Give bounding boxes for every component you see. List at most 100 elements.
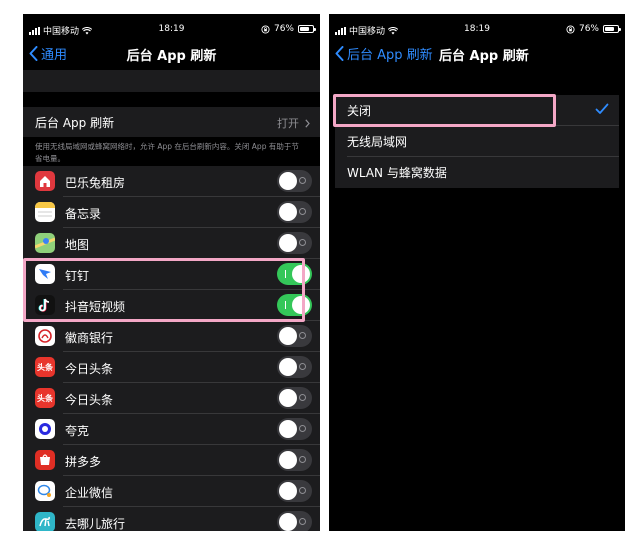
app-name: 巴乐兔租房 — [65, 176, 126, 190]
toutiao-icon: 头条 — [35, 388, 55, 408]
background-refresh-value-text: 打开 — [277, 117, 299, 130]
refresh-option[interactable]: 关闭 — [335, 95, 619, 126]
app-refresh-toggle[interactable] — [277, 511, 312, 531]
option-label: 无线局域网 — [347, 135, 408, 149]
app-row: 拼多多 — [23, 445, 320, 476]
status-bar: 中国移动 18:19 76% — [329, 14, 625, 46]
toggle-knob — [279, 327, 297, 345]
app-refresh-toggle[interactable] — [277, 232, 312, 254]
app-name: 企业微信 — [65, 486, 114, 500]
app-row: 地图 — [23, 228, 320, 259]
app-name: 钉钉 — [65, 269, 90, 283]
toggle-knob — [279, 358, 297, 376]
maps-icon — [35, 233, 55, 253]
status-bar: 中国移动 18:19 76% — [23, 14, 320, 46]
toggle-knob — [279, 513, 297, 531]
app-name: 徽商银行 — [65, 331, 114, 345]
toggle-off-mark — [299, 239, 306, 246]
rotation-lock-icon — [566, 24, 575, 34]
dingtalk-icon — [35, 264, 55, 284]
app-refresh-toggle[interactable] — [277, 480, 312, 502]
background-refresh-row[interactable]: 后台 App 刷新 打开 — [23, 107, 320, 137]
battery-icon — [298, 25, 316, 33]
app-name: 去哪儿旅行 — [65, 517, 126, 531]
app-name: 地图 — [65, 238, 90, 252]
toggle-off-mark — [299, 456, 306, 463]
nav-bar: 后台 App 刷新 后台 App 刷新 — [329, 44, 625, 64]
app-refresh-toggle[interactable] — [277, 170, 312, 192]
bank-icon — [35, 326, 55, 346]
checkmark-icon — [595, 103, 609, 114]
option-label: WLAN 与蜂窝数据 — [347, 166, 447, 180]
toggle-off-mark — [299, 208, 306, 215]
app-name: 今日头条 — [65, 393, 114, 407]
qunar-icon — [35, 512, 55, 531]
section-gap — [23, 70, 320, 92]
toggle-on-mark — [285, 270, 286, 278]
back-label: 通用 — [41, 48, 68, 63]
app-row: 去哪儿旅行 — [23, 507, 320, 531]
status-right: 76% — [566, 24, 621, 34]
toggle-off-mark — [299, 332, 306, 339]
app-refresh-toggle[interactable] — [277, 356, 312, 378]
option-label: 关闭 — [347, 104, 372, 118]
left-screen: 中国移动 18:19 76% 通用 后台 App 刷新 后台 App 刷新 打开… — [23, 14, 320, 531]
app-refresh-toggle[interactable] — [277, 294, 312, 316]
app-icon-text: 头条 — [37, 393, 53, 403]
toggle-on-mark — [285, 301, 286, 309]
app-refresh-toggle[interactable] — [277, 387, 312, 409]
section-footer-description: 使用无线局域网或蜂窝网络时，允许 App 在后台刷新内容。关闭 App 有助于节… — [35, 141, 304, 169]
app-refresh-toggle[interactable] — [277, 263, 312, 285]
refresh-option[interactable]: 无线局域网 — [335, 126, 619, 157]
app-name: 夸克 — [65, 424, 90, 438]
toggle-knob — [279, 482, 297, 500]
right-screen: 中国移动 18:19 76% 后台 App 刷新 后台 App 刷新 关闭无线局… — [329, 14, 625, 531]
chevron-right-icon — [305, 118, 310, 128]
toggle-off-mark — [299, 487, 306, 494]
app-icon-text: 头条 — [37, 362, 53, 372]
page-title: 后台 App 刷新 — [439, 49, 529, 64]
page-title: 后台 App 刷新 — [126, 49, 217, 64]
app-row: 巴乐兔租房 — [23, 166, 320, 197]
quark-icon — [35, 419, 55, 439]
app-row: 备忘录 — [23, 197, 320, 228]
app-row: 企业微信 — [23, 476, 320, 507]
toggle-knob — [279, 172, 297, 190]
toggle-knob — [279, 451, 297, 469]
toggle-off-mark — [299, 177, 306, 184]
toggle-off-mark — [299, 363, 306, 370]
background-refresh-label: 后台 App 刷新 — [35, 115, 115, 130]
toggle-knob — [279, 389, 297, 407]
app-row: 抖音短视频 — [23, 290, 320, 321]
app-refresh-toggle[interactable] — [277, 449, 312, 471]
toggle-off-mark — [299, 425, 306, 432]
pinduoduo-icon — [35, 450, 55, 470]
app-row: 徽商银行 — [23, 321, 320, 352]
back-label: 后台 App 刷新 — [347, 48, 433, 63]
app-row: 头条 今日头条 — [23, 352, 320, 383]
wecom-icon — [35, 481, 55, 501]
chevron-left-icon — [29, 46, 38, 61]
app-refresh-toggle[interactable] — [277, 201, 312, 223]
app-name: 备忘录 — [65, 207, 102, 221]
rabbit-house-icon — [35, 171, 55, 191]
back-button[interactable]: 通用 — [29, 44, 67, 63]
toggle-knob — [292, 265, 310, 283]
toggle-knob — [279, 203, 297, 221]
back-button[interactable]: 后台 App 刷新 — [335, 44, 433, 63]
app-refresh-toggle[interactable] — [277, 325, 312, 347]
rotation-lock-icon — [261, 24, 270, 34]
chevron-left-icon — [335, 46, 344, 61]
toggle-knob — [279, 234, 297, 252]
app-row: 夸克 — [23, 414, 320, 445]
app-row: 钉钉 — [23, 259, 320, 290]
background-refresh-value: 打开 — [277, 115, 310, 131]
toggle-knob — [279, 420, 297, 438]
app-row: 头条 今日头条 — [23, 383, 320, 414]
toutiao-icon: 头条 — [35, 357, 55, 377]
refresh-option[interactable]: WLAN 与蜂窝数据 — [335, 157, 619, 188]
notes-icon — [35, 202, 55, 222]
nav-bar: 通用 后台 App 刷新 — [23, 44, 320, 64]
app-refresh-toggle[interactable] — [277, 418, 312, 440]
battery-icon — [603, 25, 621, 33]
